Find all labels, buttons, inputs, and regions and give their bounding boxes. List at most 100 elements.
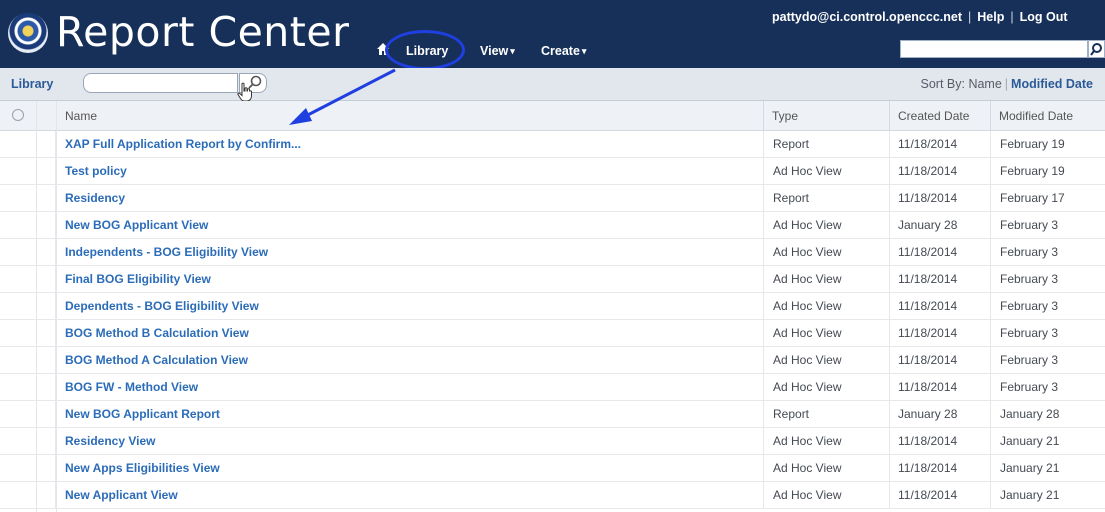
- row-select-cell[interactable]: [0, 320, 56, 347]
- report-name-link[interactable]: Final BOG Eligibility View: [56, 266, 763, 293]
- report-type: Ad Hoc View: [763, 266, 889, 293]
- header-bar: Report Center Library View ▾ Create ▾ pa…: [0, 0, 1105, 70]
- report-name-link[interactable]: New Apps Eligibilities View: [56, 455, 763, 482]
- divider: |: [1004, 77, 1009, 91]
- table-row[interactable]: BOG Method B Calculation View Ad Hoc View…: [0, 320, 1105, 347]
- nav-view-menu[interactable]: View ▾: [480, 40, 515, 62]
- table-row[interactable]: Independents - BOG Eligibility View Ad Ho…: [0, 239, 1105, 266]
- row-select-cell[interactable]: [0, 131, 56, 158]
- row-select-cell[interactable]: [0, 428, 56, 455]
- search-button[interactable]: [1088, 40, 1105, 58]
- row-select-cell[interactable]: [0, 158, 56, 185]
- search-icon: [1090, 43, 1102, 56]
- table-row[interactable]: New Applicant View Ad Hoc View 11/18/2014 J…: [0, 482, 1105, 509]
- created-date: January 28: [889, 401, 990, 428]
- row-select-cell[interactable]: [0, 455, 56, 482]
- created-date: 11/18/2014: [889, 185, 990, 212]
- report-type: Ad Hoc View: [763, 239, 889, 266]
- row-select-cell[interactable]: [0, 239, 56, 266]
- report-type: Ad Hoc View: [763, 347, 889, 374]
- report-name-link[interactable]: Test policy: [56, 158, 763, 185]
- modified-date: February 17: [990, 185, 1105, 212]
- table-row[interactable]: Residency View Ad Hoc View 11/18/2014 Janua…: [0, 428, 1105, 455]
- table-row[interactable]: Dependents - BOG Eligibility View Ad Hoc …: [0, 293, 1105, 320]
- report-name-link[interactable]: New BOG Applicant Report: [56, 401, 763, 428]
- help-link[interactable]: Help: [977, 10, 1004, 24]
- report-name-link[interactable]: BOG Method B Calculation View: [56, 320, 763, 347]
- created-date: 11/18/2014: [889, 239, 990, 266]
- modified-date: February 3: [990, 293, 1105, 320]
- created-date: 11/18/2014: [889, 374, 990, 401]
- divider: |: [968, 10, 972, 24]
- report-name-link[interactable]: BOG Method A Calculation View: [56, 347, 763, 374]
- modified-date: February 3: [990, 374, 1105, 401]
- modified-date: January 21: [990, 428, 1105, 455]
- row-select-cell[interactable]: [0, 374, 56, 401]
- table-row[interactable]: XAP Full Application Report by Confirm..…: [0, 131, 1105, 158]
- report-type: Ad Hoc View: [763, 428, 889, 455]
- library-toolbar: Library Sort By: Name | Modified Date: [0, 68, 1105, 102]
- table-row[interactable]: Final BOG Eligibility View Ad Hoc View 11/…: [0, 266, 1105, 293]
- row-select-cell[interactable]: [0, 266, 56, 293]
- cursor-hand-icon: [237, 82, 252, 102]
- table-row[interactable]: BOG Method A Calculation View Ad Hoc View…: [0, 347, 1105, 374]
- divider: |: [1010, 10, 1014, 24]
- modified-date: January 21: [990, 482, 1105, 509]
- report-type: Ad Hoc View: [763, 482, 889, 509]
- global-search-input[interactable]: [900, 40, 1088, 58]
- report-name-link[interactable]: New Applicant View: [56, 482, 763, 509]
- report-name-link[interactable]: Dependents - BOG Eligibility View: [56, 293, 763, 320]
- report-name-link[interactable]: New BOG Applicant View: [56, 212, 763, 239]
- user-links: pattydo@ci.control.openccc.net | Help | Log …: [772, 10, 1068, 24]
- user-email[interactable]: pattydo@ci.control.openccc.net: [772, 10, 962, 24]
- clock-icon: [12, 109, 24, 121]
- annotation-ellipse: [385, 30, 465, 70]
- report-name-link[interactable]: XAP Full Application Report by Confirm..…: [56, 131, 763, 158]
- report-type: Ad Hoc View: [763, 320, 889, 347]
- row-select-cell[interactable]: [0, 401, 56, 428]
- table-row[interactable]: New BOG Applicant Report Report January 28…: [0, 401, 1105, 428]
- nav-create-label: Create: [541, 44, 580, 58]
- report-name-link[interactable]: BOG FW - Method View: [56, 374, 763, 401]
- column-header-modified[interactable]: Modified Date: [990, 101, 1105, 131]
- created-date: 11/18/2014: [889, 158, 990, 185]
- modified-date: February 19: [990, 131, 1105, 158]
- table-row[interactable]: New BOG Applicant View Ad Hoc View January…: [0, 212, 1105, 239]
- table-row[interactable]: Residency Report 11/18/2014 February 17: [0, 185, 1105, 212]
- table-row[interactable]: New Apps Eligibilities View Ad Hoc View 11…: [0, 455, 1105, 482]
- modified-date: February 3: [990, 212, 1105, 239]
- table-row[interactable]: Test policy Ad Hoc View 11/18/2014 February…: [0, 158, 1105, 185]
- created-date: 11/18/2014: [889, 266, 990, 293]
- modified-date: January 28: [990, 401, 1105, 428]
- row-select-cell[interactable]: [0, 482, 56, 509]
- modified-date: February 3: [990, 239, 1105, 266]
- nav-create-menu[interactable]: Create ▾: [541, 40, 586, 62]
- table-row[interactable]: BOG FW - Method View Ad Hoc View 11/18/201…: [0, 374, 1105, 401]
- modified-date: February 3: [990, 266, 1105, 293]
- column-header-name[interactable]: Name: [56, 101, 763, 131]
- library-search-input[interactable]: [83, 73, 238, 93]
- created-date: 11/18/2014: [889, 347, 990, 374]
- report-type: Report: [763, 131, 889, 158]
- report-type: Ad Hoc View: [763, 212, 889, 239]
- sort-by-modified-date[interactable]: Modified Date: [1011, 77, 1093, 91]
- modified-date: January 21: [990, 455, 1105, 482]
- report-name-link[interactable]: Independents - BOG Eligibility View: [56, 239, 763, 266]
- report-name-link[interactable]: Residency View: [56, 428, 763, 455]
- sort-by-name[interactable]: Name: [968, 77, 1001, 91]
- report-type: Ad Hoc View: [763, 293, 889, 320]
- nav-view-label: View: [480, 44, 509, 58]
- created-date: 11/18/2014: [889, 131, 990, 158]
- report-name-link[interactable]: Residency: [56, 185, 763, 212]
- report-type: Report: [763, 401, 889, 428]
- row-select-cell[interactable]: [0, 347, 56, 374]
- report-type: Ad Hoc View: [763, 158, 889, 185]
- logout-link[interactable]: Log Out: [1020, 10, 1068, 24]
- app-title: Report Center: [56, 8, 350, 56]
- row-select-cell[interactable]: [0, 185, 56, 212]
- column-header-created[interactable]: Created Date: [889, 101, 990, 131]
- row-select-cell[interactable]: [0, 212, 56, 239]
- row-select-cell[interactable]: [0, 293, 56, 320]
- column-header-type[interactable]: Type: [763, 101, 889, 131]
- column-select-header: [0, 101, 36, 131]
